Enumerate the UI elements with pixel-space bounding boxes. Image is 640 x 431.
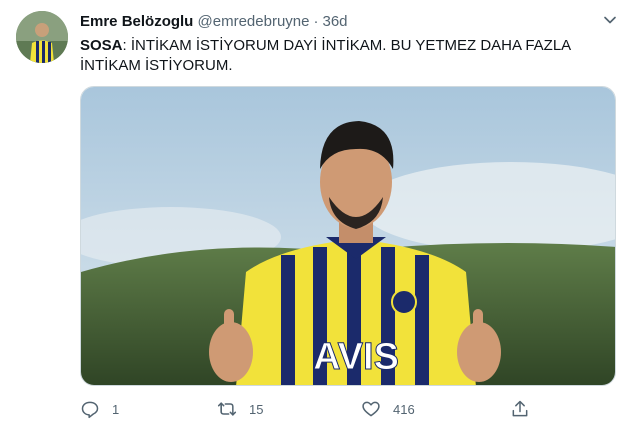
tweet-body: : İNTİKAM İSTİYORUM DAYİ İNTİKAM. BU YET… bbox=[80, 37, 571, 74]
timestamp[interactable]: 36d bbox=[322, 13, 347, 30]
author-handle[interactable]: @emredebruyne bbox=[198, 13, 310, 30]
tweet-photo[interactable]: AVIS bbox=[80, 86, 616, 386]
mention-link[interactable]: SOSA bbox=[80, 37, 123, 54]
reply-button[interactable]: 1 bbox=[80, 397, 119, 421]
avatar[interactable] bbox=[16, 11, 68, 63]
sponsor-text: AVIS bbox=[313, 336, 399, 378]
retweet-count: 15 bbox=[249, 401, 264, 417]
tweet-header: Emre Belözoglu @emredebruyne · 36d bbox=[80, 13, 348, 30]
more-options-button[interactable] bbox=[600, 10, 620, 30]
like-button[interactable]: 416 bbox=[361, 397, 415, 421]
tweet-card[interactable]: Emre Belözoglu @emredebruyne · 36d SOSA: İ… bbox=[0, 0, 640, 431]
tweet-text: SOSA: İNTİKAM İSTİYORUM DAYİ İNTİKAM. BU… bbox=[80, 36, 600, 76]
author-name[interactable]: Emre Belözoglu bbox=[80, 13, 193, 30]
chevron-down-icon bbox=[604, 16, 616, 24]
reply-count: 1 bbox=[112, 401, 120, 417]
retweet-button[interactable]: 15 bbox=[217, 397, 263, 421]
tweet-actions: 1 15 416 bbox=[80, 397, 540, 421]
share-icon bbox=[512, 400, 528, 417]
separator-dot: · bbox=[313, 13, 319, 30]
reply-icon bbox=[81, 401, 99, 419]
like-count: 416 bbox=[393, 401, 415, 417]
retweet-icon bbox=[217, 402, 237, 416]
share-button[interactable] bbox=[510, 397, 530, 421]
like-icon bbox=[362, 401, 380, 417]
